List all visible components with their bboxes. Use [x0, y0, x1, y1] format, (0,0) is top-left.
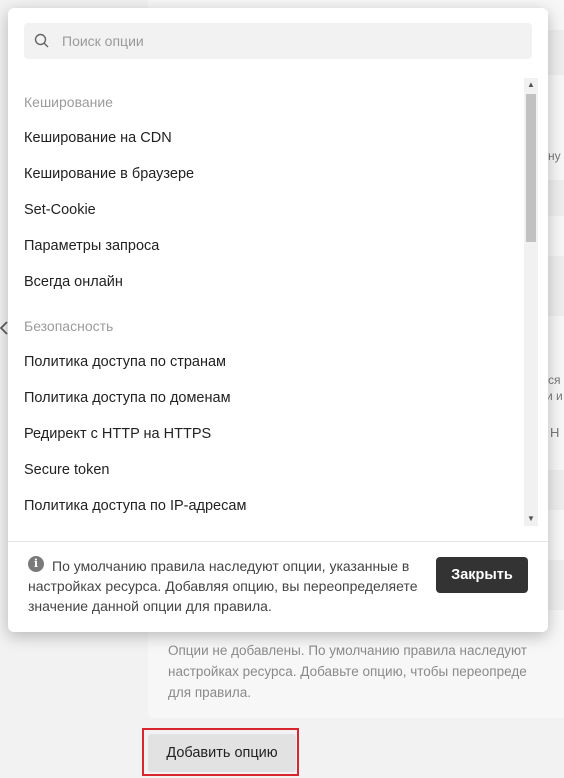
option-item[interactable]: Политика доступа по странам [24, 344, 514, 380]
background-text: Н [550, 425, 560, 440]
search-input[interactable] [60, 32, 504, 50]
group-title-security: Безопасность [24, 318, 114, 334]
option-item[interactable]: Политика доступа по доменам [24, 380, 514, 416]
group-title-caching: Кеширование [24, 94, 113, 110]
add-option-button[interactable]: Добавить опцию [148, 734, 296, 772]
background-text: и и [546, 389, 563, 403]
chevron-left-icon[interactable] [0, 321, 8, 340]
scrollbar-thumb[interactable] [526, 94, 536, 242]
option-item[interactable]: Set-Cookie [24, 192, 514, 228]
search-box[interactable] [24, 23, 532, 59]
option-item[interactable]: Редирект с HTTP на HTTPS [24, 416, 514, 452]
option-item[interactable]: Кеширование на CDN [24, 120, 514, 156]
scroll-up-arrow-icon[interactable]: ▲ [524, 78, 538, 92]
background-text: ся [548, 373, 561, 387]
option-item[interactable]: Всегда онлайн [24, 264, 514, 300]
close-button[interactable]: Закрыть [436, 557, 528, 593]
options-dropdown-modal: Кеширование Кеширование на CDN Кеширован… [8, 8, 548, 632]
option-item[interactable]: Secure token [24, 452, 514, 488]
options-list: Кеширование Кеширование на CDN Кеширован… [24, 84, 514, 524]
search-icon [34, 33, 49, 48]
option-item[interactable]: Политика доступа по IP-адресам [24, 488, 514, 524]
option-item[interactable]: Параметры запроса [24, 228, 514, 264]
info-text: По умолчанию правила наследуют опции, ук… [28, 558, 418, 614]
scrollbar[interactable]: ▲ ▼ [524, 78, 538, 526]
divider [8, 541, 548, 542]
empty-options-hint: Опции не добавлены. По умолчанию правила… [168, 643, 527, 700]
option-item[interactable]: Кеширование в браузере [24, 156, 514, 192]
background-text: ну [548, 149, 561, 163]
scroll-down-arrow-icon[interactable]: ▼ [524, 512, 538, 526]
